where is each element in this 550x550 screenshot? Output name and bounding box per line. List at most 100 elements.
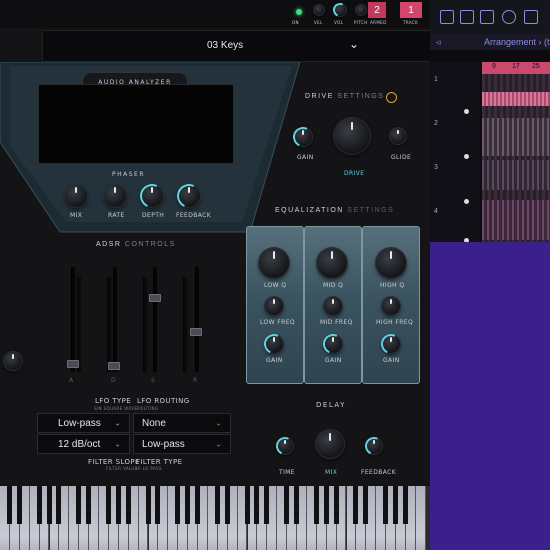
- piano-black-key[interactable]: [46, 486, 52, 524]
- lfo-type-label: LFO TYPE: [95, 397, 132, 405]
- piano-black-key[interactable]: [16, 486, 22, 524]
- pitch-knob[interactable]: [356, 5, 366, 15]
- phaser-mix-label: MIX: [70, 212, 83, 219]
- grid-icon[interactable]: [460, 10, 474, 24]
- mixer-icon[interactable]: [440, 10, 454, 24]
- piano-black-key[interactable]: [254, 486, 260, 524]
- piano-black-key[interactable]: [363, 486, 369, 524]
- lfo-type-select[interactable]: Low-pass ⌄: [37, 413, 130, 433]
- track-1-dot[interactable]: [464, 109, 469, 114]
- track-box[interactable]: 1: [400, 2, 422, 18]
- clip-3[interactable]: [482, 160, 550, 190]
- piano-black-key[interactable]: [86, 486, 92, 524]
- track-1-num: 1: [434, 76, 438, 83]
- list-icon[interactable]: [524, 10, 538, 24]
- low-q-label: LOW Q: [264, 282, 287, 289]
- fader-s-handle[interactable]: [149, 294, 161, 302]
- piano-black-key[interactable]: [264, 486, 270, 524]
- fader-a-label: A: [69, 377, 74, 384]
- eq-title: EQUALIZATION SETTINGS: [275, 207, 395, 214]
- adsr-faders: A D S R: [55, 262, 215, 384]
- piano-black-key[interactable]: [244, 486, 250, 524]
- mid-freq-label: MID FREQ: [320, 319, 353, 326]
- track-2-dot[interactable]: [464, 154, 469, 159]
- low-gain-label: GAIN: [266, 357, 283, 364]
- drive-main-knob[interactable]: [334, 118, 370, 154]
- track-3-num: 3: [434, 164, 438, 171]
- piano-black-key[interactable]: [6, 486, 12, 524]
- phaser-depth-label: DEPTH: [142, 212, 165, 219]
- piano-black-key[interactable]: [383, 486, 389, 524]
- piano-black-key[interactable]: [76, 486, 82, 524]
- piano-white-key[interactable]: [415, 486, 426, 550]
- piano-black-key[interactable]: [36, 486, 42, 524]
- piano-black-key[interactable]: [284, 486, 290, 524]
- drive-title: DRIVE SETTINGS: [305, 93, 385, 100]
- track-label: TRACK: [403, 20, 419, 25]
- fader-r-handle[interactable]: [190, 328, 202, 336]
- armed-box[interactable]: 2: [368, 2, 386, 18]
- mid-q-knob[interactable]: [317, 248, 347, 278]
- mid-q-label: MID Q: [323, 282, 344, 289]
- phaser-mix-knob[interactable]: [65, 185, 87, 207]
- piano-black-key[interactable]: [214, 486, 220, 524]
- clip-4[interactable]: [482, 200, 550, 240]
- phaser-rate-knob[interactable]: [104, 185, 126, 207]
- piano-black-key[interactable]: [353, 486, 359, 524]
- mid-freq-knob[interactable]: [324, 297, 342, 315]
- piano-black-key[interactable]: [195, 486, 200, 524]
- transport: 2 1 ON VEL VOL PITCH ARMED TRACK: [288, 1, 428, 28]
- piano-black-key[interactable]: [294, 486, 299, 524]
- vol-label: VOL: [334, 20, 344, 25]
- preset-selector[interactable]: 03 Keys ⌄: [42, 30, 432, 62]
- fader-a-handle[interactable]: [67, 360, 79, 368]
- piano-black-key[interactable]: [105, 486, 111, 524]
- piano-black-key[interactable]: [115, 486, 121, 524]
- piano-black-key[interactable]: [393, 486, 398, 524]
- on-led-icon[interactable]: [296, 9, 302, 15]
- daw-nav: ◃ Arrangement › (t: [430, 34, 550, 50]
- delay-title: DELAY: [316, 401, 346, 409]
- piano-black-key[interactable]: [185, 486, 191, 524]
- glide-knob[interactable]: [390, 128, 406, 144]
- fader-d-handle[interactable]: [108, 362, 120, 370]
- piano-black-key[interactable]: [333, 486, 339, 524]
- speaker-icon[interactable]: ◃: [436, 37, 441, 48]
- low-freq-knob[interactable]: [265, 297, 283, 315]
- drive-gain-label: GAIN: [297, 154, 314, 161]
- wave-icon[interactable]: [480, 10, 494, 24]
- high-freq-knob[interactable]: [382, 297, 400, 315]
- clock-icon[interactable]: [502, 10, 516, 24]
- clip-2[interactable]: [482, 118, 550, 156]
- power-icon[interactable]: [386, 92, 397, 103]
- piano-black-key[interactable]: [56, 486, 62, 524]
- delay-time-label: TIME: [279, 469, 296, 476]
- lfo-routing-label: LFO ROUTING: [137, 397, 190, 405]
- piano-black-key[interactable]: [155, 486, 161, 524]
- phaser-rate-label: RATE: [108, 212, 125, 219]
- piano-black-key[interactable]: [125, 486, 131, 524]
- filter-type-select[interactable]: Low-pass ⌄: [133, 434, 231, 454]
- delay-mix-label: MIX: [325, 469, 338, 476]
- piano-black-key[interactable]: [402, 486, 408, 524]
- arrangement-label[interactable]: Arrangement › (t: [484, 37, 550, 47]
- delay-mix-knob[interactable]: [316, 430, 344, 458]
- piano-black-key[interactable]: [145, 486, 151, 524]
- piano-black-key[interactable]: [323, 486, 329, 524]
- track-2-num: 2: [434, 120, 438, 127]
- piano-black-key[interactable]: [224, 486, 230, 524]
- filter-slope-select[interactable]: 12 dB/oct ⌄: [37, 434, 130, 454]
- track-3-dot[interactable]: [464, 199, 469, 204]
- piano-black-key[interactable]: [313, 486, 319, 524]
- lfo-routing-select[interactable]: None ⌄: [133, 413, 231, 433]
- low-q-knob[interactable]: [259, 248, 289, 278]
- clip-1[interactable]: [482, 92, 550, 106]
- analyzer-screen: [38, 84, 234, 164]
- high-q-label: HIGH Q: [380, 282, 405, 289]
- pitch-label: PITCH: [354, 20, 368, 25]
- piano-black-key[interactable]: [175, 486, 181, 524]
- side-knob[interactable]: [4, 352, 22, 370]
- vel-knob[interactable]: [314, 5, 324, 15]
- high-q-knob[interactable]: [376, 248, 406, 278]
- chevron-down-icon[interactable]: ⌄: [349, 37, 359, 51]
